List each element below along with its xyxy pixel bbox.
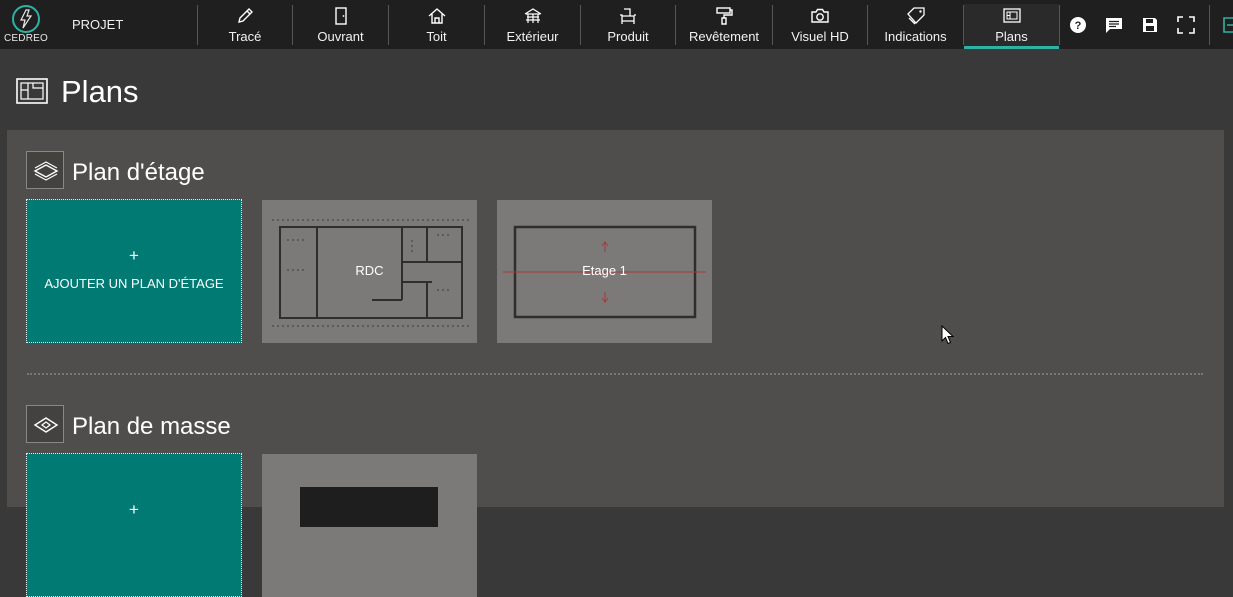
cedreo-logo[interactable]: CEDREO [0, 0, 52, 49]
section-icon-box [26, 151, 64, 189]
active-tool-indicator [964, 46, 1059, 49]
tool-toit[interactable]: Toit [389, 4, 484, 46]
comment-icon[interactable] [1105, 16, 1123, 34]
section-icon-box [26, 405, 64, 443]
tool-exterieur[interactable]: Extérieur [485, 4, 580, 46]
tag-icon [906, 7, 925, 25]
plans-panel: Plan d'étage + AJOUTER UN PLAN D'ÉTAGE R… [7, 130, 1224, 597]
toolbar-divider [1209, 5, 1210, 45]
floor-plan-thumbnail-etage-1[interactable]: Etage 1 [497, 200, 712, 343]
paint-roller-icon [716, 7, 733, 25]
roof-icon [428, 8, 445, 24]
mouse-cursor-icon [941, 325, 954, 345]
save-icon[interactable] [1141, 16, 1159, 34]
fullscreen-icon[interactable] [1177, 16, 1195, 34]
tool-revetement[interactable]: Revêtement [676, 4, 772, 46]
cedreo-logo-icon [12, 5, 40, 33]
section-divider [27, 373, 1203, 375]
armchair-icon [620, 8, 636, 24]
tool-label: Plans [995, 29, 1028, 44]
tool-label: Tracé [228, 29, 262, 44]
tool-label: Ouvrant [317, 29, 364, 44]
tool-indications[interactable]: Indications [868, 4, 963, 46]
door-icon [334, 7, 347, 25]
tool-label: Revêtement [688, 29, 760, 44]
add-site-plan-button[interactable]: + [26, 453, 242, 597]
section-title: Plan d'étage [72, 159, 205, 186]
section-title: Plan de masse [72, 413, 231, 440]
project-menu[interactable]: PROJET [72, 17, 123, 32]
add-floor-plan-label: AJOUTER UN PLAN D'ÉTAGE [44, 276, 224, 291]
site-plan-icon [33, 417, 59, 433]
tool-ouvrant[interactable]: Ouvrant [293, 4, 388, 46]
help-icon[interactable]: ? [1069, 16, 1087, 34]
tool-plans[interactable]: Plans [964, 4, 1059, 49]
tool-label: Extérieur [506, 29, 559, 44]
site-plan-thumbnail[interactable] [262, 454, 477, 597]
tool-label: Toit [426, 29, 447, 44]
layers-icon [33, 161, 59, 181]
logo-text: CEDREO [4, 33, 48, 44]
tool-trace[interactable]: Tracé [198, 4, 292, 46]
plans-icon [1002, 8, 1021, 23]
toolbar-divider [1059, 5, 1060, 45]
tool-label: Produit [607, 29, 649, 44]
page-title: Plans [61, 74, 139, 109]
tool-visuel-hd[interactable]: Visuel HD [773, 4, 867, 46]
tool-produit[interactable]: Produit [581, 4, 675, 46]
tool-label: Visuel HD [791, 29, 849, 44]
add-floor-plan-button[interactable]: + AJOUTER UN PLAN D'ÉTAGE [26, 199, 242, 343]
floor-plan-thumbnail-rdc[interactable]: RDC [262, 200, 477, 343]
plan-label: Etage 1 [582, 263, 627, 278]
plan-label: RDC [355, 263, 384, 278]
plus-icon: + [129, 500, 139, 519]
pencil-icon [238, 8, 253, 23]
tool-label: Indications [884, 29, 947, 44]
plus-icon: + [129, 246, 139, 265]
camera-icon [811, 8, 829, 23]
site-plan-drawing [300, 487, 438, 527]
exit-icon[interactable] [1222, 16, 1233, 34]
top-toolbar: CEDREO PROJET Tracé Ouvrant Toit Extérie… [0, 0, 1233, 49]
plans-icon [16, 78, 48, 104]
svg-text:?: ? [1075, 20, 1082, 32]
terrace-icon [524, 8, 541, 23]
